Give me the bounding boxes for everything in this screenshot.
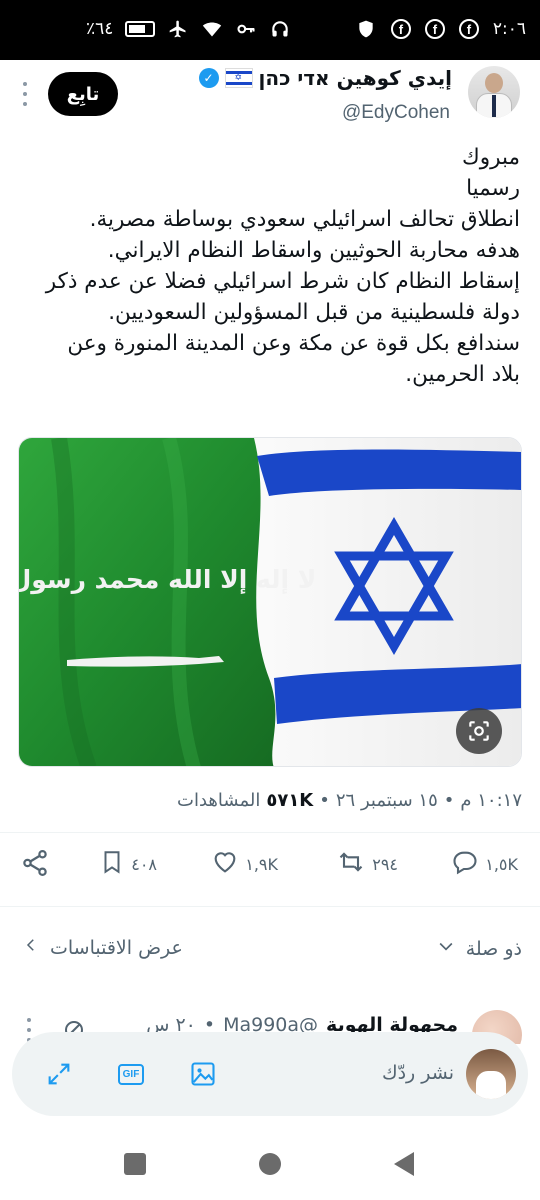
headphones-icon [269, 18, 291, 40]
display-name: إيدي كوهين אדי כהן [258, 66, 452, 90]
tweet-line: انطلاق تحالف اسرائيلي سعودي بوساطة مصرية… [89, 207, 520, 232]
reply-input[interactable]: نشر ردّك [382, 1062, 454, 1084]
status-bar: ٪٦٤ f f f ٢:٠٦ [0, 0, 540, 60]
tweet-actions: ١,٥K ٢٩٤ ١,٩K ٤٠٨ [0, 848, 540, 888]
gif-label: GIF [117, 1063, 145, 1085]
retweet-icon [336, 848, 366, 880]
tweet-line: هدفه محاربة الحوثيين واسقاط النظام الاير… [107, 238, 520, 263]
status-right: f f f ٢:٠٦ [355, 18, 526, 40]
relevance-label: ذو صلة [465, 937, 522, 960]
facebook-icon: f [458, 19, 479, 39]
views-count: ٥٧١K [266, 790, 314, 811]
shield-icon [355, 18, 377, 40]
back-button[interactable] [394, 1152, 414, 1176]
divider [0, 832, 540, 833]
share-icon [20, 848, 50, 882]
tweet-line: رسميا [466, 176, 520, 201]
facebook-icon: f [424, 19, 445, 39]
bookmark-icon [99, 848, 125, 880]
tweet-line: إسقاط النظام كان شرط اسرائيلي فضلا عن عد… [45, 269, 520, 294]
reply-icon [451, 848, 479, 880]
share-button[interactable] [20, 848, 50, 882]
retweet-button[interactable]: ٢٩٤ [336, 848, 398, 880]
reply-composer[interactable]: نشر ردّك GIF [12, 1032, 528, 1116]
meta-separator: • [443, 790, 455, 811]
camera-lens-button[interactable] [456, 708, 502, 754]
tweet-meta: ١٠:١٧ م • ١٥ سبتمبر ٢٦ • ٥٧١K المشاهدات [177, 790, 522, 811]
follow-button[interactable]: تابِع [48, 72, 118, 116]
image-icon[interactable] [188, 1059, 218, 1089]
bookmark-count: ٤٠٨ [131, 854, 157, 874]
relevance-dropdown[interactable]: ذو صلة [436, 936, 522, 961]
tweet-date: ١٥ سبتمبر ٢٦ [335, 790, 438, 811]
like-button[interactable]: ١,٩K [211, 848, 278, 880]
retweet-count: ٢٩٤ [372, 854, 398, 874]
battery-icon [125, 21, 156, 37]
wifi-icon [201, 18, 223, 40]
airplane-icon [167, 18, 189, 40]
home-button[interactable] [259, 1153, 281, 1175]
related-bar: ذو صلة عرض الاقتباسات [0, 930, 540, 970]
tweet-header: ✓ ✡ إيدي كوهين אדי כהן @EdyCohen تابِع [0, 60, 540, 140]
android-nav-bar [0, 1140, 540, 1200]
tweet-line: سندافع بكل قوة عن مكة وعن المدينة المنور… [67, 331, 520, 356]
chevron-down-icon [436, 936, 456, 961]
quotes-label: عرض الاقتباسات [50, 936, 183, 959]
recents-button[interactable] [124, 1153, 146, 1175]
meta-separator: • [319, 790, 330, 811]
reply-count: ١,٥K [485, 854, 518, 874]
israel-flag-icon: ✡ [224, 68, 253, 88]
clock: ٢:٠٦ [492, 19, 526, 39]
tweet-text: مبروك رسميا انطلاق تحالف اسرائيلي سعودي … [10, 142, 520, 390]
more-options-icon[interactable] [22, 82, 28, 106]
author-name-line[interactable]: ✓ ✡ إيدي كوهين אדי כהן [198, 66, 452, 90]
expand-icon[interactable] [44, 1059, 74, 1089]
tweet-line: دولة فلسطينية من قبل المسؤولين السعوديين… [108, 300, 520, 325]
divider [0, 906, 540, 907]
tweet-time: ١٠:١٧ م [460, 790, 522, 811]
flag-inscription: لا إله إلا الله محمد رسول الله [19, 565, 316, 595]
author-handle[interactable]: @EdyCohen [342, 102, 450, 124]
tweet-line: مبروك [462, 145, 520, 170]
verified-badge-icon: ✓ [198, 68, 219, 88]
facebook-icon: f [390, 19, 411, 39]
tweet-image[interactable]: لا إله إلا الله محمد رسول الله [18, 437, 522, 767]
status-left: ٪٦٤ [86, 18, 291, 40]
views-label: المشاهدات [177, 790, 261, 811]
gif-icon[interactable]: GIF [116, 1059, 146, 1089]
view-quotes-link[interactable]: عرض الاقتباسات [22, 936, 183, 959]
key-icon [235, 18, 257, 40]
tweet-line: بلاد الحرمين. [405, 362, 520, 387]
avatar[interactable] [468, 66, 520, 118]
reply-button[interactable]: ١,٥K [451, 848, 518, 880]
chevron-left-icon [22, 936, 40, 959]
lens-icon [469, 721, 489, 741]
battery-percent: ٪٦٤ [86, 19, 114, 39]
my-avatar [466, 1049, 516, 1099]
heart-icon [211, 848, 239, 880]
bookmark-button[interactable]: ٤٠٨ [99, 848, 157, 880]
like-count: ١,٩K [245, 854, 278, 874]
